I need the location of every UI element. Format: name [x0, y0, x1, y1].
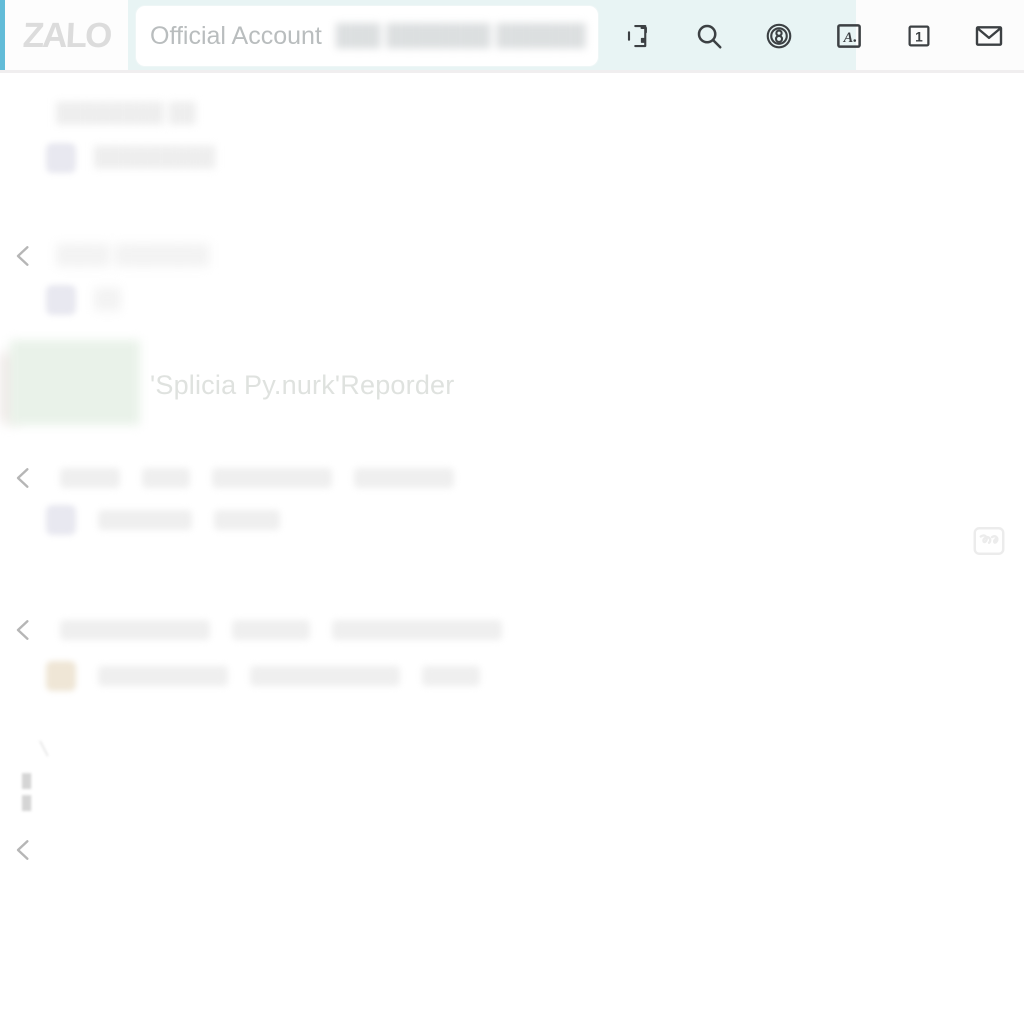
document-preview-icon[interactable]: [970, 523, 1008, 559]
content-tiny-mark-2: █: [22, 773, 32, 788]
zalo-logo-text: ZALO: [21, 16, 112, 55]
page-one-icon: 1: [904, 21, 934, 51]
back-chevron-icon[interactable]: [8, 463, 38, 493]
search-button[interactable]: [674, 0, 744, 72]
ghost-row-text: ██: [94, 289, 121, 310]
ghost-chip: [332, 620, 502, 640]
ghost-row[interactable]: [8, 835, 38, 865]
zalo-logo[interactable]: ZALO: [5, 0, 128, 72]
ghost-row-text: ████████ ██: [56, 103, 196, 124]
avatar: [46, 143, 76, 173]
back-chevron-icon[interactable]: [8, 835, 38, 865]
back-chevron-icon[interactable]: [8, 615, 38, 645]
font-translate-button[interactable]: A: [814, 0, 884, 72]
ghost-chip: [212, 468, 332, 488]
search-input-blurred-suffix: ███ ███████ ██████: [335, 24, 586, 47]
ghost-row[interactable]: ████████ ██: [8, 103, 196, 125]
app-header: ZALO Official Account ███ ███████ ██████: [0, 0, 1024, 73]
document-export-icon: [624, 21, 654, 51]
back-chevron-icon[interactable]: [8, 241, 38, 271]
content-tiny-mark-3: █: [22, 795, 32, 810]
avatar: [46, 505, 76, 535]
ghost-chip: [60, 468, 120, 488]
font-translate-icon: A: [834, 21, 864, 51]
ghost-chip: [60, 620, 210, 640]
ghost-chip: [98, 666, 228, 686]
ghost-chip: [422, 666, 480, 686]
content-tiny-mark: ╲: [40, 741, 48, 756]
ghost-chip: [232, 620, 310, 640]
ghost-row[interactable]: [8, 615, 502, 645]
ghost-chip: [250, 666, 400, 686]
ghost-row[interactable]: ████ ███████: [8, 241, 209, 271]
account-coin-button[interactable]: [744, 0, 814, 72]
ghost-row[interactable]: ██: [8, 285, 121, 315]
ghost-row[interactable]: [8, 463, 454, 493]
document-export-button[interactable]: [604, 0, 674, 72]
avatar: [46, 285, 76, 315]
ghost-chip: [142, 468, 190, 488]
coin-circle-icon: [764, 21, 794, 51]
mint-preview-block: [10, 340, 140, 425]
mail-envelope-icon: [973, 20, 1005, 52]
content-headline: 'Splicia Py.nurk'Reporder: [150, 370, 455, 400]
ghost-row-text: ████ ███████: [56, 245, 210, 266]
ghost-row[interactable]: [8, 661, 480, 691]
svg-text:A: A: [843, 30, 854, 46]
ghost-chip: [214, 510, 280, 530]
ghost-chip: [98, 510, 192, 530]
search-input[interactable]: Official Account ███ ███████ ██████: [136, 6, 598, 66]
page-one-button[interactable]: 1: [884, 0, 954, 72]
search-input-value: Official Account: [150, 21, 322, 50]
search-icon: [694, 21, 724, 51]
ghost-row-text: █████████: [94, 147, 216, 168]
ghost-chip: [354, 468, 454, 488]
avatar: [46, 661, 76, 691]
ghost-row[interactable]: [8, 505, 280, 535]
svg-text:1: 1: [915, 30, 923, 45]
content-area: 'Splicia Py.nurk'Reporder ╲ █ █ ████████…: [0, 73, 1024, 1024]
header-toolbar: A 1: [604, 0, 1024, 72]
ghost-row[interactable]: █████████: [8, 143, 215, 173]
mail-button[interactable]: [954, 0, 1024, 72]
